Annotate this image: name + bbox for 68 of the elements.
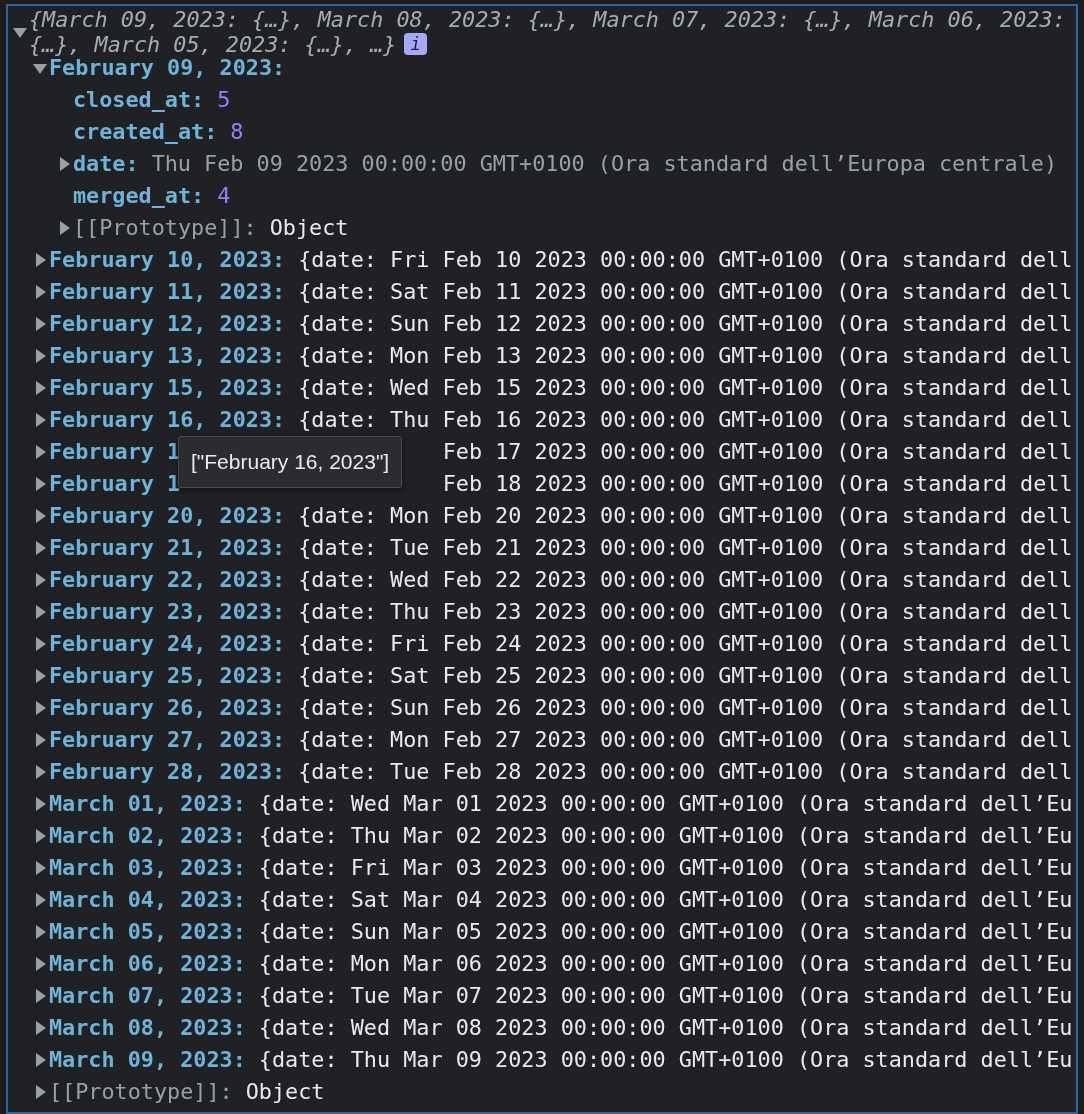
property-key[interactable]: February 23, 2023: xyxy=(49,595,286,629)
tooltip: ["February 16, 2023"] xyxy=(178,436,403,488)
property-key[interactable]: February 28, 2023: xyxy=(49,755,286,789)
property-key[interactable]: March 07, 2023: xyxy=(49,979,246,1013)
object-preview: {date: Fri Feb 10 2023 00:00:00 GMT+0100 (Ora standard dell xyxy=(298,245,1073,274)
object-preview: {date: Sat Mar 04 2023 00:00:00 GMT+0100 (Ora standard dell’Eu xyxy=(258,885,1073,914)
object-preview: {date: Wed Mar 01 2023 00:00:00 GMT+0100 (Ora standard dell’Eu xyxy=(258,789,1073,818)
object-preview: {date: Thu Feb 23 2023 00:00:00 GMT+0100 (Ora standard dell xyxy=(298,597,1073,626)
property-key: merged_at: xyxy=(73,179,205,213)
object-preview: {date: Thu Feb 16 2023 00:00:00 GMT+0100 (Ora standard dell xyxy=(298,405,1073,434)
object-preview: {date: Thu Mar 02 2023 00:00:00 GMT+0100 (Ora standard dell’Eu xyxy=(258,821,1073,850)
object-preview: {date: Mon Feb 13 2023 00:00:00 GMT+0100 (Ora standard dell xyxy=(298,341,1073,370)
property-key[interactable]: February 22, 2023: xyxy=(49,563,286,597)
property-key: created_at: xyxy=(73,115,218,149)
property-key[interactable]: February 15, 2023: xyxy=(49,371,286,405)
object-preview: {date: Mon Feb 27 2023 00:00:00 GMT+0100 (Ora standard dell xyxy=(298,725,1073,754)
property-key[interactable]: March 06, 2023: xyxy=(49,947,246,981)
property-key[interactable]: March 01, 2023: xyxy=(49,787,246,821)
object-preview: {date: Tue Feb 28 2023 00:00:00 GMT+0100 (Ora standard dell xyxy=(298,757,1073,786)
property-key[interactable]: March 08, 2023: xyxy=(49,1011,246,1045)
property-key[interactable]: February 25, 2023: xyxy=(49,659,286,693)
property-key[interactable]: February 26, 2023: xyxy=(49,691,286,725)
object-preview: {date: Fri Feb 24 2023 00:00:00 GMT+0100 (Ora standard dell xyxy=(298,629,1073,658)
object-preview: {date: Fri Mar 03 2023 00:00:00 GMT+0100 (Ora standard dell’Eu xyxy=(258,853,1073,882)
property-value: Object xyxy=(245,1077,325,1106)
object-preview: {date: Tue Mar 07 2023 00:00:00 GMT+0100 (Ora standard dell’Eu xyxy=(258,981,1073,1010)
object-preview: {date: Thu Mar 09 2023 00:00:00 GMT+0100 (Ora standard dell’Eu xyxy=(258,1045,1073,1074)
property-key[interactable]: March 09, 2023: xyxy=(49,1043,246,1077)
property-key[interactable]: February 1 xyxy=(49,467,181,501)
object-preview: {date: Mon Feb 20 2023 00:00:00 GMT+0100 (Ora standard dell xyxy=(298,501,1073,530)
object-preview: {date: Tue Feb 21 2023 00:00:00 GMT+0100 (Ora standard dell xyxy=(298,533,1073,562)
object-preview: {date: Sat Feb 25 2023 00:00:00 GMT+0100 (Ora standard dell xyxy=(298,661,1073,690)
property-value: 5 xyxy=(217,85,231,114)
property-value: Object xyxy=(269,213,349,242)
property-value: 4 xyxy=(217,181,231,210)
property-key[interactable]: February 21, 2023: xyxy=(49,531,286,565)
property-value: Thu Feb 09 2023 00:00:00 GMT+0100 (Ora standard dell’Europa centrale) xyxy=(151,149,1058,178)
object-summary: {…}, March 05, 2023: {…}, …} xyxy=(29,32,397,57)
object-summary: {March 09, 2023: {…}, March 08, 2023: {…}, March 07, 2023: {…}, March 06, 2023: xyxy=(29,7,1066,32)
property-key[interactable]: [[Prototype]]: xyxy=(73,211,257,245)
object-preview: {date: Sat Feb 11 2023 00:00:00 GMT+0100 (Ora standard dell xyxy=(298,277,1073,306)
object-preview: {date: Sun Mar 05 2023 00:00:00 GMT+0100 (Ora standard dell’Eu xyxy=(258,917,1073,946)
info-icon[interactable]: i xyxy=(404,33,427,55)
property-key[interactable]: February 13, 2023: xyxy=(49,339,286,373)
object-preview: {date: Wed Feb 22 2023 00:00:00 GMT+0100 (Ora standard dell xyxy=(298,565,1073,594)
object-preview: Feb 17 2023 00:00:00 GMT+0100 (Ora standard dell xyxy=(442,437,1073,466)
property-value: 8 xyxy=(230,117,244,146)
property-key[interactable]: March 02, 2023: xyxy=(49,819,246,853)
object-preview: {date: Sun Feb 26 2023 00:00:00 GMT+0100 (Ora standard dell xyxy=(298,693,1073,722)
property-key[interactable]: February 12, 2023: xyxy=(49,307,286,341)
property-key[interactable]: February 10, 2023: xyxy=(49,243,286,277)
property-key[interactable]: February 1 xyxy=(49,435,181,469)
property-key[interactable]: March 03, 2023: xyxy=(49,851,246,885)
property-key[interactable]: February 16, 2023: xyxy=(49,403,286,437)
property-key[interactable]: February 27, 2023: xyxy=(49,723,286,757)
property-key[interactable]: February 11, 2023: xyxy=(49,275,286,309)
property-key[interactable]: [[Prototype]]: xyxy=(49,1075,233,1109)
property-key[interactable]: March 04, 2023: xyxy=(49,883,246,917)
property-key: closed_at: xyxy=(73,83,205,117)
property-key[interactable]: February 20, 2023: xyxy=(49,499,286,533)
object-preview: {date: Sun Feb 12 2023 00:00:00 GMT+0100 (Ora standard dell xyxy=(298,309,1073,338)
property-key[interactable]: March 05, 2023: xyxy=(49,915,246,949)
property-key[interactable]: date: xyxy=(73,147,139,181)
object-preview: {date: Mon Mar 06 2023 00:00:00 GMT+0100 (Ora standard dell’Eu xyxy=(258,949,1073,978)
object-preview: {date: Wed Mar 08 2023 00:00:00 GMT+0100 (Ora standard dell’Eu xyxy=(258,1013,1073,1042)
property-key[interactable]: February 24, 2023: xyxy=(49,627,286,661)
object-preview: {date: Wed Feb 15 2023 00:00:00 GMT+0100 (Ora standard dell xyxy=(298,373,1073,402)
object-preview: Feb 18 2023 00:00:00 GMT+0100 (Ora standard dell xyxy=(442,469,1073,498)
